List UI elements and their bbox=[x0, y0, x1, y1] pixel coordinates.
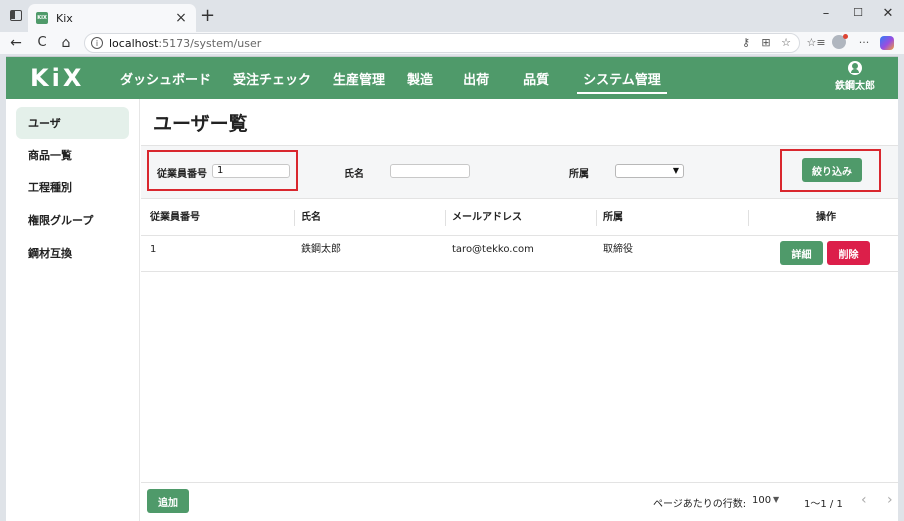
tab-title: Kix bbox=[56, 11, 73, 25]
sidebar-item-steel-compat[interactable]: 鋼材互換 bbox=[16, 238, 129, 268]
site-info-icon[interactable]: i bbox=[91, 37, 103, 49]
user-icon bbox=[848, 61, 862, 75]
table-row[interactable]: 1 鉄鋼太郎 taro@tekko.com 取締役 詳細 削除 bbox=[141, 236, 898, 272]
column-separator[interactable] bbox=[294, 210, 295, 226]
employee-no-input[interactable]: 1 bbox=[212, 164, 290, 178]
add-button[interactable]: 追加 bbox=[147, 489, 189, 513]
detail-button[interactable]: 詳細 bbox=[780, 241, 823, 265]
column-separator[interactable] bbox=[596, 210, 597, 226]
cell-email: taro@tekko.com bbox=[452, 244, 534, 255]
url-field[interactable]: i localhost:5173/system/user bbox=[84, 33, 800, 53]
more-icon[interactable]: ··· bbox=[854, 34, 874, 52]
app-grid-icon[interactable]: ⊞ bbox=[758, 34, 774, 52]
main-nav: ダッシュボード 受注チェック 生産管理 製造 出荷 品質 システム管理 bbox=[120, 57, 683, 99]
sidebar-item-users[interactable]: ユーザ bbox=[16, 107, 129, 139]
minimize-button[interactable]: – bbox=[814, 6, 838, 21]
window-close-button[interactable]: ✕ bbox=[876, 6, 900, 21]
prev-page-icon[interactable]: ‹ bbox=[861, 492, 867, 508]
delete-button[interactable]: 削除 bbox=[827, 241, 870, 265]
app-header: KiX ダッシュボード 受注チェック 生産管理 製造 出荷 品質 システム管理 … bbox=[6, 57, 898, 99]
dept-label: 所属 bbox=[569, 169, 589, 180]
table-footer: 追加 ページあたりの行数: 100 ▼ 1〜1 / 1 ‹ › bbox=[141, 482, 898, 521]
nav-production[interactable]: 生産管理 bbox=[333, 57, 385, 99]
user-name: 鉄鋼太郎 bbox=[835, 81, 875, 92]
profile-avatar-icon[interactable] bbox=[832, 34, 848, 49]
app-window: KiX ダッシュボード 受注チェック 生産管理 製造 出荷 品質 システム管理 … bbox=[6, 56, 898, 521]
reload-icon[interactable]: C bbox=[34, 34, 50, 52]
rows-per-page-select[interactable]: 100 bbox=[752, 495, 771, 506]
kix-favicon-icon: KIX bbox=[36, 12, 48, 24]
maximize-button[interactable]: ☐ bbox=[846, 6, 870, 19]
chevron-down-icon[interactable]: ▼ bbox=[773, 495, 779, 504]
dept-select[interactable]: ▼ bbox=[615, 164, 684, 178]
star-icon[interactable]: ☆ bbox=[778, 34, 794, 52]
name-input[interactable] bbox=[390, 164, 470, 178]
key-icon[interactable]: ⚷ bbox=[738, 34, 754, 52]
sidebar-item-process-types[interactable]: 工程種別 bbox=[16, 172, 129, 202]
pagination-range: 1〜1 / 1 bbox=[804, 499, 843, 510]
nav-order-check[interactable]: 受注チェック bbox=[233, 57, 311, 99]
table-header: 従業員番号 氏名 メールアドレス 所属 操作 bbox=[141, 200, 898, 236]
url-path: :5173/system/user bbox=[158, 36, 262, 50]
col-dept[interactable]: 所属 bbox=[603, 200, 623, 236]
filter-area: 従業員番号 1 氏名 所属 ▼ 絞り込み bbox=[141, 145, 898, 199]
nav-manufacturing[interactable]: 製造 bbox=[407, 57, 433, 99]
home-icon[interactable]: ⌂ bbox=[58, 34, 74, 52]
tab-close-icon[interactable]: × bbox=[174, 10, 188, 26]
main-content: ユーザー覧 従業員番号 1 氏名 所属 ▼ 絞り込み 従業員番号 氏名 メールア… bbox=[141, 99, 898, 521]
name-label: 氏名 bbox=[344, 169, 364, 180]
nav-shipping[interactable]: 出荷 bbox=[463, 57, 489, 99]
nav-dashboard[interactable]: ダッシュボード bbox=[120, 57, 211, 99]
browser-tab-bar: KIX Kix × + – ☐ ✕ bbox=[0, 0, 904, 32]
user-menu[interactable]: 鉄鋼太郎 bbox=[834, 61, 876, 92]
tab-actions-icon[interactable] bbox=[10, 10, 22, 21]
cell-dept: 取締役 bbox=[603, 244, 633, 255]
sidebar: ユーザ 商品一覧 工程種別 権限グループ 鋼材互換 bbox=[6, 99, 140, 521]
browser-tab[interactable]: KIX Kix × bbox=[28, 4, 196, 32]
copilot-icon[interactable] bbox=[880, 36, 894, 50]
employee-no-label: 従業員番号 bbox=[157, 169, 207, 180]
nav-system-admin[interactable]: システム管理 bbox=[577, 57, 667, 99]
cell-employee-no: 1 bbox=[150, 244, 157, 255]
cell-name: 鉄鋼太郎 bbox=[301, 244, 341, 255]
column-separator[interactable] bbox=[445, 210, 446, 226]
sidebar-item-products[interactable]: 商品一覧 bbox=[16, 140, 129, 170]
nav-quality[interactable]: 品質 bbox=[523, 57, 549, 99]
url-host: localhost bbox=[109, 36, 159, 50]
column-separator[interactable] bbox=[748, 210, 749, 226]
col-email[interactable]: メールアドレス bbox=[452, 200, 522, 236]
next-page-icon[interactable]: › bbox=[887, 492, 893, 508]
browser-address-bar: ← C ⌂ i localhost:5173/system/user ⚷ ⊞ ☆… bbox=[0, 32, 904, 54]
sidebar-item-permission-groups[interactable]: 権限グループ bbox=[16, 205, 129, 235]
back-icon[interactable]: ← bbox=[8, 34, 24, 52]
col-actions: 操作 bbox=[816, 212, 836, 223]
chevron-down-icon: ▼ bbox=[672, 166, 679, 175]
col-employee-no[interactable]: 従業員番号 bbox=[150, 200, 200, 236]
new-tab-button[interactable]: + bbox=[200, 7, 215, 25]
rows-per-page-label: ページあたりの行数: bbox=[653, 499, 747, 510]
filter-submit-button[interactable]: 絞り込み bbox=[802, 158, 862, 182]
favorites-icon[interactable]: ☆≡ bbox=[806, 34, 826, 52]
col-name[interactable]: 氏名 bbox=[301, 200, 321, 236]
page-title: ユーザー覧 bbox=[153, 113, 248, 135]
kix-logo[interactable]: KiX bbox=[30, 63, 84, 93]
